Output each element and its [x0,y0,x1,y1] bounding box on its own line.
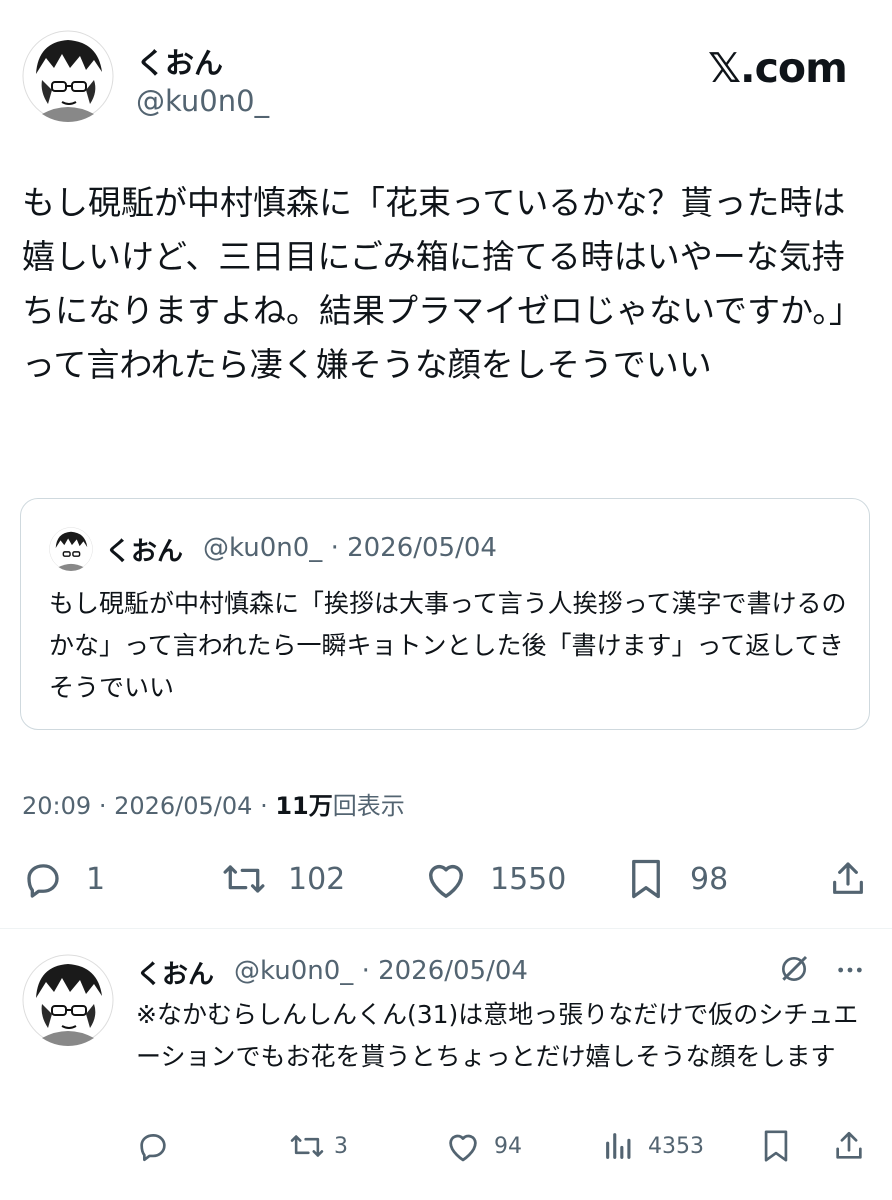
like-button[interactable]: 1550 [422,856,566,902]
separator-dot: · [98,792,107,820]
reply-display-name[interactable]: くおん [136,954,214,991]
reply-text: ※なかむらしんしんくん(31)は意地っ張りなだけで仮のシチュエーションでもお花を… [136,1000,859,1071]
views-icon [602,1129,636,1163]
separator-dot: · [260,792,268,820]
reply-share-button[interactable] [832,1128,866,1164]
views-count: 11万 [275,792,333,820]
grok-icon[interactable] [778,953,810,985]
reply-views-button[interactable]: 4353 [602,1128,704,1164]
reply-like-count: 94 [494,1133,522,1159]
share-button[interactable] [828,856,868,902]
repost-icon [288,1129,326,1163]
author-handle[interactable]: @ku0n0_ [136,84,269,118]
quoted-post-card[interactable]: くおん @ku0n0_ · 2026/05/04 もし硯駈が中村慎森に「挨拶は大… [20,498,870,730]
reply-repost-button[interactable]: 3 [288,1128,348,1164]
like-icon [444,1129,482,1163]
share-icon [828,858,868,900]
like-count: 1550 [490,861,567,897]
quoted-meta: @ku0n0_ · 2026/05/04 [203,533,497,563]
reply-bookmark-button[interactable] [760,1128,792,1164]
post-timestamp: 20:09 · 2026/05/04 · 11万回表示 [22,786,405,821]
reply-meta: @ku0n0_ · 2026/05/04 [234,956,528,986]
repost-button[interactable]: 102 [220,856,345,902]
reply-author-avatar[interactable] [22,954,114,1046]
more-icon[interactable] [834,954,866,986]
author-display-name[interactable]: くおん [136,40,223,82]
bookmark-button[interactable]: 98 [626,856,728,902]
quoted-display-name: くおん [105,537,184,567]
reply-like-button[interactable]: 94 [444,1128,522,1164]
bookmark-count: 98 [690,861,729,897]
x-com-logo: 𝕏.com [708,44,848,92]
post-date: 2026/05/04 [114,792,253,820]
bookmark-icon [760,1129,792,1163]
reply-count: 1 [86,861,106,897]
reply-views-count: 4353 [648,1133,704,1159]
repost-icon [220,858,268,900]
bookmark-icon [626,858,666,900]
post-time: 20:09 [22,792,92,820]
section-divider [0,928,892,929]
post-text: もし硯駈が中村慎森に「花束っているかな？貰った時は嬉しいけど、三日目にごみ箱に捨… [22,183,862,384]
reply-icon [22,858,64,900]
repost-count: 102 [288,861,346,897]
reply-reply-button[interactable] [136,1128,182,1164]
quoted-text: もし硯駈が中村慎森に「挨拶は大事って言う人挨拶って漢字で書けるのかな」って言われ… [49,589,847,702]
reply-repost-count: 3 [334,1133,348,1159]
quoted-author-avatar [49,527,93,571]
reply-icon [136,1129,170,1163]
reply-button[interactable]: 1 [22,856,105,902]
share-icon [832,1129,866,1163]
author-avatar[interactable] [22,30,114,122]
views-label: 回表示 [332,792,405,820]
like-icon [422,858,470,900]
